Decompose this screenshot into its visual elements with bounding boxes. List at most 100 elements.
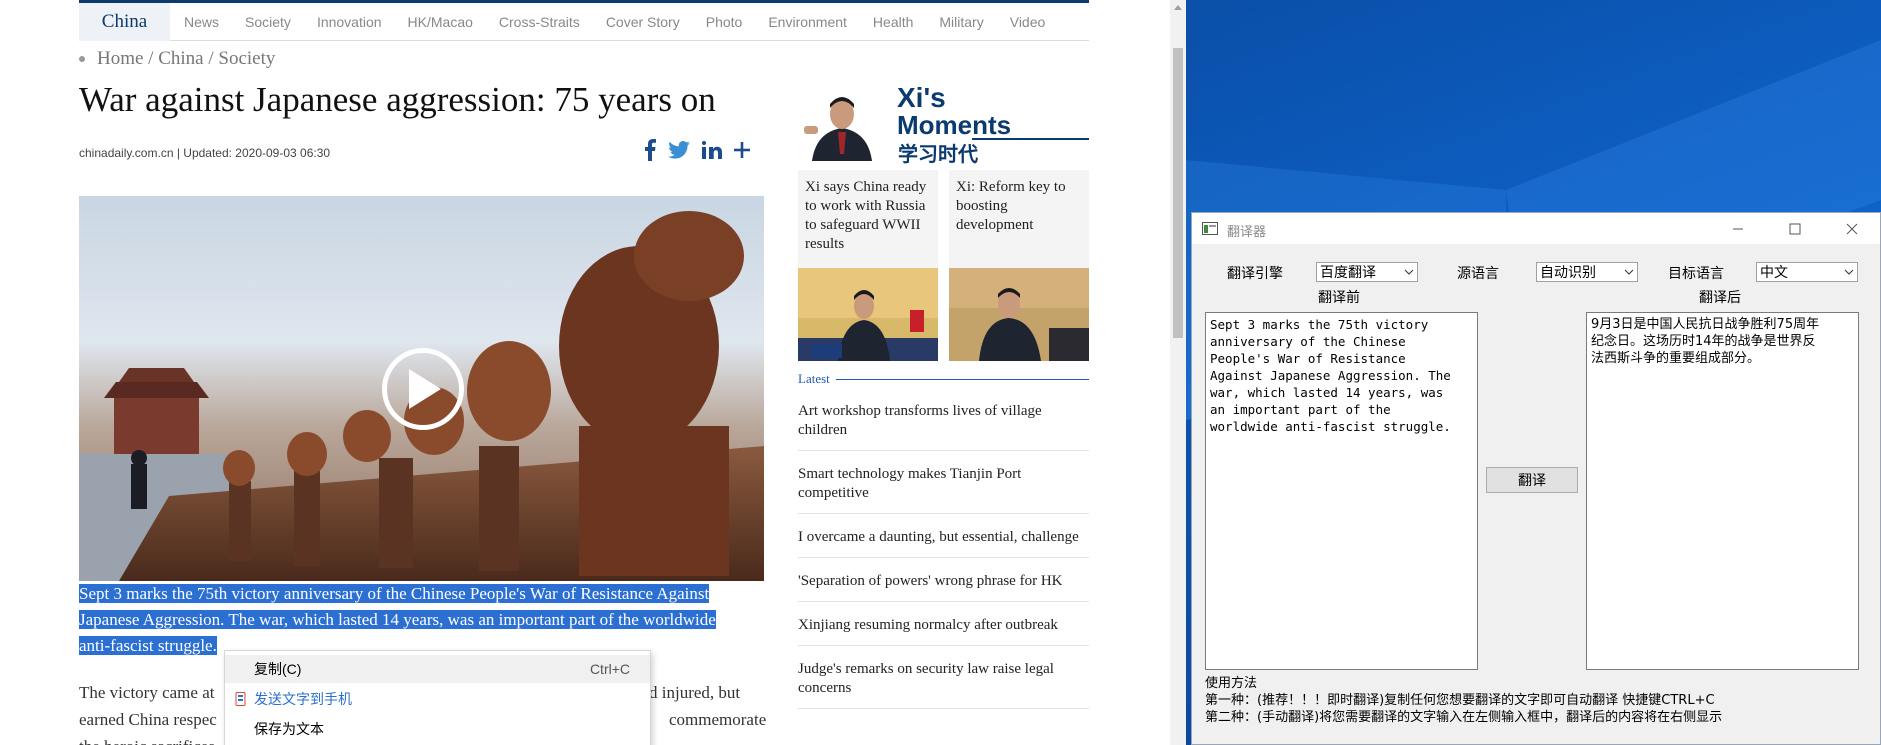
- before-label: 翻译前: [1318, 290, 1360, 306]
- nav-item-health[interactable]: Health: [873, 14, 913, 30]
- card-2-image: [949, 268, 1089, 361]
- target-lang-select[interactable]: 中文: [1756, 262, 1858, 282]
- xi-moments-banner[interactable]: Xi's Moments 学习时代: [802, 82, 1089, 166]
- chevron-down-icon: [1624, 269, 1634, 275]
- bullet-icon: [79, 56, 85, 62]
- engine-label: 翻译引擎: [1227, 266, 1283, 282]
- engine-select[interactable]: 百度翻译: [1316, 262, 1418, 282]
- window-titlebar[interactable]: 翻译器: [1192, 213, 1880, 244]
- play-icon[interactable]: [382, 348, 464, 430]
- banner-title-cn: 学习时代: [898, 142, 978, 166]
- sidebar-card-1[interactable]: Xi says China ready to work with Russia …: [798, 170, 938, 361]
- target-lang-value: 中文: [1760, 265, 1788, 281]
- usage-title: 使用方法: [1205, 676, 1258, 691]
- chevron-down-icon: [1844, 269, 1854, 275]
- article-video[interactable]: [79, 196, 764, 581]
- news-item[interactable]: Smart technology makes Tianjin Port comp…: [798, 461, 1089, 514]
- window-title: 翻译器: [1227, 225, 1267, 240]
- minimize-icon: [1733, 228, 1743, 229]
- nav-item-photo[interactable]: Photo: [706, 14, 743, 30]
- close-icon: [1846, 223, 1858, 234]
- share-bar: [644, 137, 750, 163]
- nav-item-innovation[interactable]: Innovation: [317, 14, 382, 30]
- news-item[interactable]: Xinjiang resuming normalcy after outbrea…: [798, 612, 1089, 646]
- source-lang-label: 源语言: [1457, 266, 1499, 282]
- scrollbar-thumb[interactable]: [1173, 48, 1183, 338]
- latest-label[interactable]: Latest: [798, 371, 830, 387]
- card-1-image: [798, 268, 938, 361]
- source-lang-value: 自动识别: [1540, 265, 1596, 281]
- scroll-up-icon[interactable]: [1170, 0, 1186, 16]
- card-1-title: Xi says China ready to work with Russia …: [805, 179, 927, 252]
- selected-caption[interactable]: Sept 3 marks the 75th victory anniversar…: [79, 581, 764, 659]
- translate-button[interactable]: 翻译: [1486, 467, 1578, 493]
- body-line-2a: earned China respec: [79, 710, 217, 729]
- phone-send-icon: [235, 692, 246, 706]
- usage-method-2: 第二种：(手动翻译)将您需要翻译的文字输入在左侧输入框中，翻译后的内容将在右侧显…: [1205, 710, 1723, 725]
- menu-copy-label: 复制(C): [254, 661, 302, 677]
- source-textarea[interactable]: Sept 3 marks the 75th victory anniversar…: [1205, 312, 1478, 670]
- body-line-2b: commemorate: [669, 710, 767, 729]
- nav-item-society[interactable]: Society: [245, 14, 291, 30]
- caption-line-3: anti-fascist struggle.: [79, 636, 217, 655]
- engine-value: 百度翻译: [1320, 265, 1376, 281]
- menu-save-label: 保存为文本: [254, 721, 324, 737]
- linkedin-icon[interactable]: [702, 137, 722, 163]
- close-button[interactable]: [1823, 213, 1881, 244]
- facebook-icon[interactable]: [644, 137, 656, 163]
- latest-news-list: Art workshop transforms lives of village…: [798, 398, 1089, 719]
- body-line-1b: d injured, but: [649, 683, 741, 702]
- translator-window: 翻译器 翻译引擎 百度翻译 源语言 自动识别 目标语言 中文 翻译前 翻译后 S…: [1191, 212, 1881, 745]
- sidebar-card-2[interactable]: Xi: Reform key to boosting development: [949, 170, 1089, 361]
- source-lang-select[interactable]: 自动识别: [1536, 262, 1638, 282]
- menu-copy-shortcut: Ctrl+C: [589, 661, 630, 677]
- menu-item-copy[interactable]: 复制(C) Ctrl+C: [225, 655, 650, 683]
- nav-item-cross-straits[interactable]: Cross-Straits: [499, 14, 580, 30]
- nav-item-military[interactable]: Military: [939, 14, 983, 30]
- twitter-icon[interactable]: [668, 137, 690, 163]
- news-item[interactable]: I overcame a daunting, but essential, ch…: [798, 524, 1089, 558]
- browser-page: China News Society Innovation HK/Macao C…: [0, 0, 1186, 745]
- news-item[interactable]: Art workshop transforms lives of village…: [798, 398, 1089, 451]
- nav-brand-china[interactable]: China: [79, 2, 170, 41]
- minimize-button[interactable]: [1709, 213, 1767, 244]
- card-2-title: Xi: Reform key to boosting development: [956, 179, 1066, 233]
- menu-item-send-to-phone[interactable]: 发送文字到手机: [225, 685, 650, 713]
- result-textarea[interactable]: 9月3日是中国人民抗日战争胜利75周年 纪念日。这场历时14年的战争是世界反 法…: [1586, 312, 1859, 670]
- breadcrumb: Home / China / Society: [79, 48, 275, 70]
- nav-item-news[interactable]: News: [184, 14, 219, 30]
- latest-rule: [835, 378, 1089, 380]
- nav-item-video[interactable]: Video: [1010, 14, 1046, 30]
- chevron-down-icon: [1404, 269, 1414, 275]
- maximize-icon: [1789, 223, 1801, 234]
- news-item[interactable]: 'Separation of powers' wrong phrase for …: [798, 568, 1089, 602]
- news-item[interactable]: Judge's remarks on security law raise le…: [798, 656, 1089, 709]
- banner-rule: [972, 138, 1089, 140]
- menu-send-label: 发送文字到手机: [254, 691, 352, 707]
- top-nav: China News Society Innovation HK/Macao C…: [79, 0, 1089, 41]
- nav-item-environment[interactable]: Environment: [768, 14, 847, 30]
- target-lang-label: 目标语言: [1668, 266, 1724, 282]
- usage-method-1: 第一种：(推荐！！！即时翻译)复制任何您想要翻译的文字即可自动翻译 快捷键CTR…: [1205, 693, 1715, 708]
- article-headline: War against Japanese aggression: 75 year…: [79, 80, 716, 119]
- context-menu: 复制(C) Ctrl+C 发送文字到手机 保存为文本: [224, 650, 651, 745]
- article-meta: chinadaily.com.cn | Updated: 2020-09-03 …: [79, 146, 331, 160]
- maximize-button[interactable]: [1766, 213, 1824, 244]
- breadcrumb-text[interactable]: Home / China / Society: [97, 48, 275, 70]
- nav-item-hk-macao[interactable]: HK/Macao: [408, 14, 473, 30]
- after-label: 翻译后: [1699, 290, 1741, 306]
- latest-header: Latest: [798, 371, 1089, 387]
- banner-title-1: Xi's: [897, 82, 946, 113]
- caption-line-1: Sept 3 marks the 75th victory anniversar…: [79, 584, 710, 603]
- body-line-1a: The victory came at: [79, 683, 215, 702]
- body-line-3: the heroic sacrifices: [79, 737, 215, 745]
- app-icon: [1202, 222, 1218, 235]
- banner-title-2: Moments: [897, 110, 1012, 140]
- page-scrollbar[interactable]: [1170, 0, 1186, 745]
- xi-portrait-image: [802, 86, 882, 161]
- menu-item-save-as-text[interactable]: 保存为文本: [225, 715, 650, 743]
- more-share-icon[interactable]: [734, 137, 750, 163]
- nav-item-cover-story[interactable]: Cover Story: [606, 14, 680, 30]
- caption-line-2: Japanese Aggression. The war, which last…: [79, 610, 716, 629]
- usage-instructions: 使用方法 第一种：(推荐！！！即时翻译)复制任何您想要翻译的文字即可自动翻译 快…: [1205, 675, 1722, 726]
